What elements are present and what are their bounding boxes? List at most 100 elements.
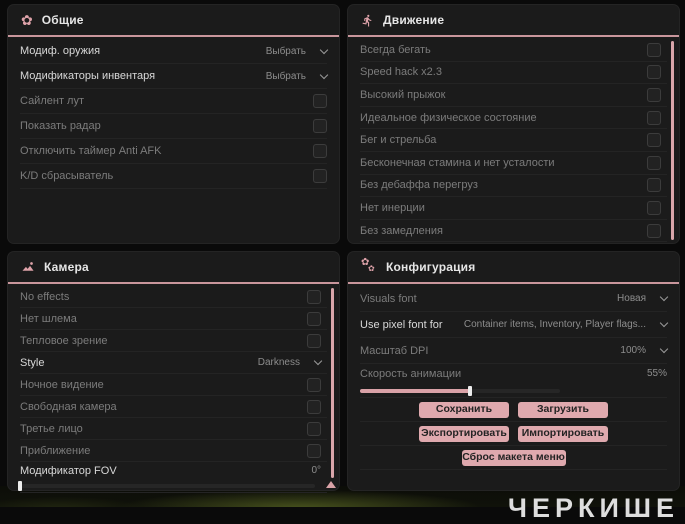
button-row: Экспортировать Импортировать: [360, 422, 667, 446]
row-high-jump[interactable]: Высокий прыжок: [360, 84, 667, 107]
always-run-checkbox[interactable]: [647, 42, 661, 57]
silent-loot-checkbox[interactable]: [313, 94, 327, 108]
row-perfect-physical-condition[interactable]: Идеальное физическое состояние: [360, 107, 667, 130]
visuals-font-dropdown[interactable]: Новая: [617, 292, 669, 304]
panel-title: Камера: [44, 260, 89, 274]
panel-config-rows: Visuals font Новая Use pixel font for Conta…: [348, 284, 679, 398]
scrollbar[interactable]: [331, 288, 334, 478]
no-overload-debuff-checkbox[interactable]: [647, 178, 661, 193]
setting-label: Бег и стрельба: [360, 134, 437, 147]
scrollbar[interactable]: [671, 41, 674, 240]
row-fov-modifier[interactable]: Модификатор FOV 0°: [18, 462, 327, 493]
row-disable-anti-afk-timer[interactable]: Отключить таймер Anti AFK: [20, 139, 327, 164]
perfect-physical-condition-checkbox[interactable]: [647, 110, 661, 125]
animation-speed-slider-track[interactable]: [360, 386, 560, 396]
show-radar-checkbox[interactable]: [313, 119, 327, 133]
row-visuals-font[interactable]: Visuals font Новая: [360, 286, 669, 312]
setting-label: Третье лицо: [20, 422, 83, 435]
row-silent-loot[interactable]: Сайлент лут: [20, 89, 327, 114]
no-inertia-checkbox[interactable]: [647, 200, 661, 215]
row-no-overload-debuff[interactable]: Без дебаффа перегруз: [360, 175, 667, 198]
setting-label: No effects: [20, 290, 70, 303]
setting-label: Модиф. оружия: [20, 45, 101, 57]
panel-general: ✿ Общие Модиф. оружия Выбрать Модификаторы…: [8, 5, 339, 243]
disable-anti-afk-timer-checkbox[interactable]: [313, 144, 327, 158]
night-vision-checkbox[interactable]: [307, 377, 321, 392]
panel-movement-header: Движение: [348, 5, 679, 37]
row-no-inertia[interactable]: Нет инерции: [360, 197, 667, 220]
button-row: Сброс макета меню: [360, 446, 667, 470]
background-watermark-text: ЧЕРКИШЕ: [508, 493, 680, 523]
slider-thumb[interactable]: [468, 386, 472, 396]
reset-menu-layout-button[interactable]: Сброс макета меню: [461, 449, 566, 466]
run-and-shoot-checkbox[interactable]: [647, 133, 661, 148]
setting-label: Идеальное физическое состояние: [360, 111, 537, 124]
no-effects-checkbox[interactable]: [307, 289, 321, 304]
row-night-vision[interactable]: Ночное видение: [20, 374, 327, 396]
chevron-down-icon: [319, 70, 329, 79]
row-show-radar[interactable]: Показать радар: [20, 114, 327, 139]
chevron-down-icon: [659, 318, 669, 328]
panel-general-rows: Модиф. оружия Выбрать Модификаторы инвента…: [8, 37, 339, 189]
free-camera-checkbox[interactable]: [307, 399, 321, 414]
setting-label: Масштаб DPI: [360, 344, 429, 357]
setting-label: K/D сбрасыватель: [20, 170, 114, 182]
chevron-down-icon: [313, 356, 323, 366]
thermal-vision-checkbox[interactable]: [307, 333, 321, 348]
row-animation-speed[interactable]: Скорость анимации 55%: [360, 364, 667, 398]
dpi-scale-dropdown[interactable]: 100%: [620, 344, 669, 356]
row-weapon-mod[interactable]: Модиф. оружия Выбрать: [20, 39, 329, 64]
row-kd-resetter[interactable]: K/D сбрасыватель: [20, 164, 327, 189]
row-run-and-shoot[interactable]: Бег и стрельба: [360, 129, 667, 152]
setting-label: Visuals font: [360, 292, 417, 305]
style-dropdown[interactable]: Darkness: [258, 356, 323, 368]
row-thermal-vision[interactable]: Тепловое зрение: [20, 330, 327, 352]
panel-camera-rows: No effects Нет шлема Тепловое зрение Style D…: [8, 284, 339, 493]
slider-thumb[interactable]: [18, 481, 22, 491]
row-third-person[interactable]: Третье лицо: [20, 418, 327, 440]
infinite-stamina-checkbox[interactable]: [647, 155, 661, 170]
inventory-modifiers-dropdown[interactable]: Выбрать: [265, 70, 329, 82]
row-infinite-stamina[interactable]: Бесконечная стамина и нет усталости: [360, 152, 667, 175]
row-free-camera[interactable]: Свободная камера: [20, 396, 327, 418]
weapon-mod-dropdown[interactable]: Выбрать: [266, 45, 329, 57]
row-no-slowdown[interactable]: Без замедления: [360, 220, 667, 243]
save-button[interactable]: Сохранить: [419, 401, 509, 418]
setting-label: Без замедления: [360, 224, 443, 237]
row-no-effects[interactable]: No effects: [20, 286, 327, 308]
zoom-checkbox[interactable]: [307, 443, 321, 458]
dropdown-value: Выбрать: [265, 70, 306, 82]
row-inventory-modifiers[interactable]: Модификаторы инвентаря Выбрать: [20, 64, 329, 89]
button-row: Сохранить Загрузить: [360, 398, 667, 422]
setting-label: Модификатор FOV: [20, 465, 117, 477]
third-person-checkbox[interactable]: [307, 421, 321, 436]
fov-modifier-slider-track[interactable]: [18, 481, 315, 491]
row-style[interactable]: Style Darkness: [20, 352, 327, 374]
row-always-run[interactable]: Всегда бегать: [360, 39, 667, 62]
use-pixel-font-for-dropdown[interactable]: Container items, Inventory, Player flags…: [464, 318, 669, 330]
gears-icon: ✿ ✿: [361, 257, 375, 273]
no-slowdown-checkbox[interactable]: [647, 223, 661, 238]
row-zoom[interactable]: Приближение: [20, 440, 327, 462]
row-use-pixel-font-for[interactable]: Use pixel font for Container items, Inven…: [360, 312, 669, 338]
load-button[interactable]: Загрузить: [518, 401, 608, 418]
panel-config: ✿ ✿ Конфигурация Visuals font Новая Use pix…: [348, 252, 679, 490]
setting-label: Ночное видение: [20, 378, 104, 391]
no-helmet-checkbox[interactable]: [307, 311, 321, 326]
kd-resetter-checkbox[interactable]: [313, 169, 327, 183]
row-dpi-scale[interactable]: Масштаб DPI 100%: [360, 338, 669, 364]
setting-label: Speed hack x2.3: [360, 66, 442, 79]
panel-general-header: ✿ Общие: [8, 5, 339, 37]
setting-label: Сайлент лут: [20, 95, 84, 107]
speed-hack-checkbox[interactable]: [647, 65, 661, 80]
export-button[interactable]: Экспортировать: [419, 425, 509, 442]
resize-handle-icon[interactable]: [326, 481, 336, 488]
setting-label: Высокий прыжок: [360, 88, 446, 101]
row-speed-hack[interactable]: Speed hack x2.3: [360, 62, 667, 85]
panel-camera-header: Камера: [8, 252, 339, 284]
photo-icon: [21, 260, 35, 274]
setting-label: Приближение: [20, 444, 91, 457]
high-jump-checkbox[interactable]: [647, 87, 661, 102]
row-no-helmet[interactable]: Нет шлема: [20, 308, 327, 330]
import-button[interactable]: Импортировать: [518, 425, 608, 442]
